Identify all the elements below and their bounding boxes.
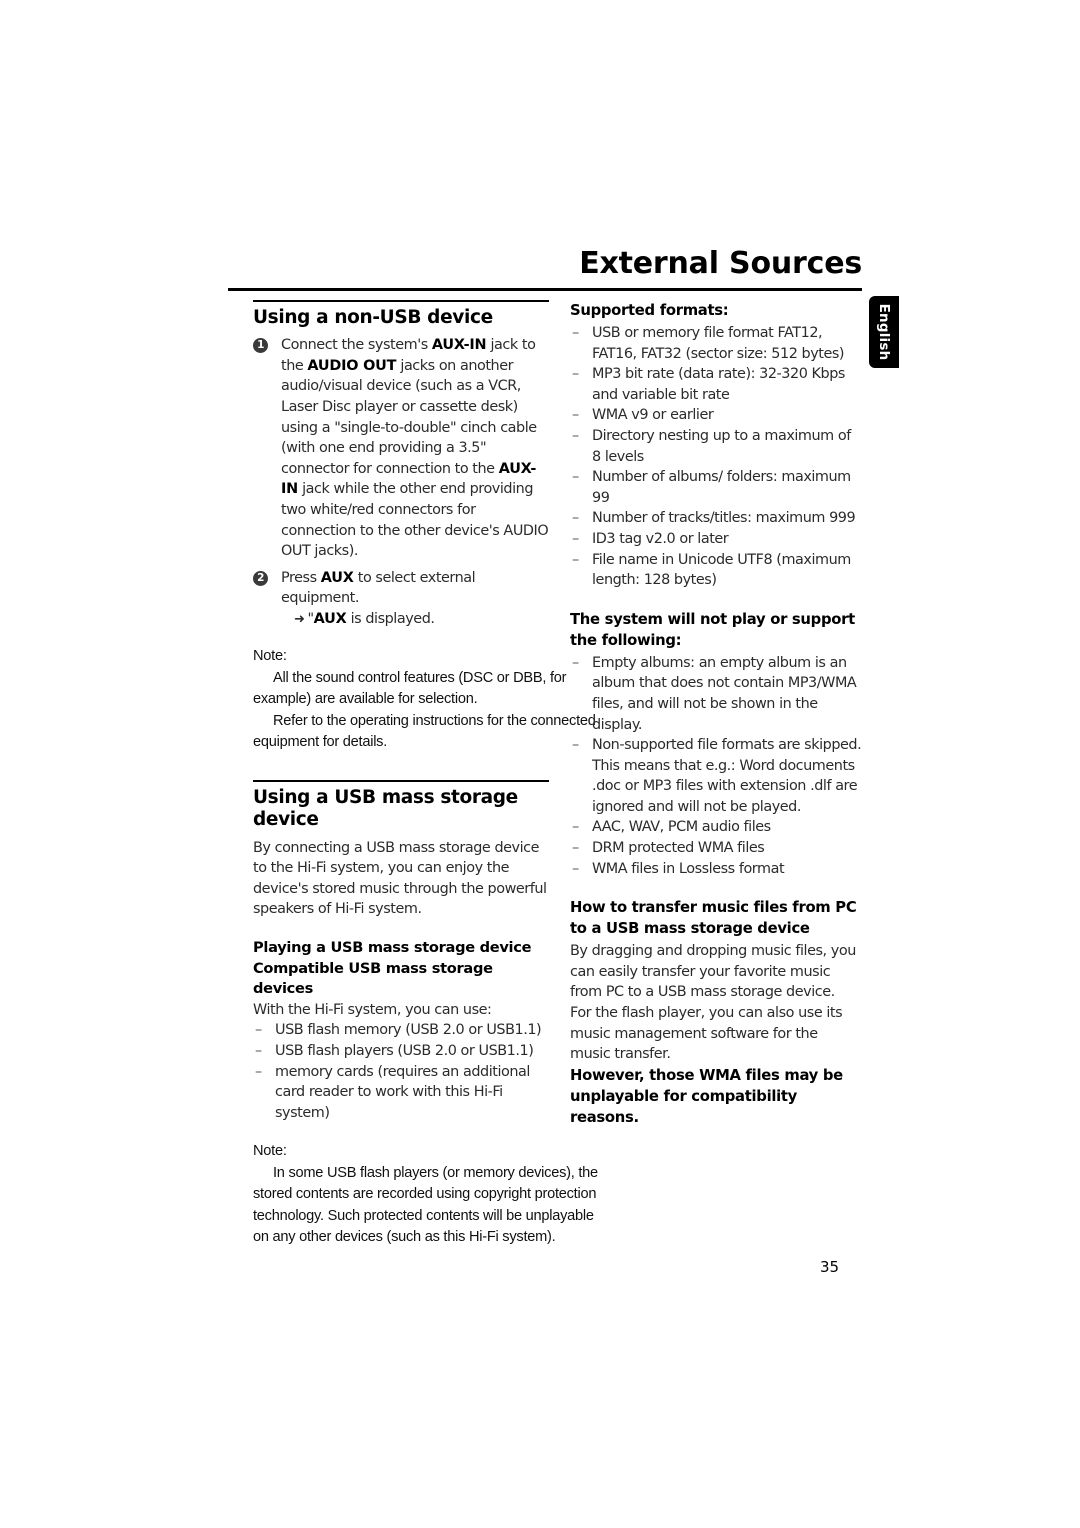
note-paragraph: Refer to the operating instructions for … <box>253 712 596 751</box>
list-item: MP3 bit rate (data rate): 32-320 Kbps an… <box>570 364 862 405</box>
step-item: 2 Press AUX to select external equipment… <box>253 568 549 631</box>
note-label: Note: <box>253 1143 287 1160</box>
list-item: Non-supported file formats are skipped. … <box>570 735 862 817</box>
subsection-heading-compatible: Compatible USB mass storage devices <box>253 959 493 998</box>
transfer-bold-note: However, those WMA files may be unplayab… <box>570 1066 843 1126</box>
list-item: WMA v9 or earlier <box>570 405 862 426</box>
text-run: Press <box>281 569 321 586</box>
note-paragraph: All the sound control features (DSC or D… <box>253 669 567 708</box>
list-item: USB flash players (USB 2.0 or USB1.1) <box>253 1041 549 1062</box>
not-supported-heading: The system will not play or support the … <box>570 610 855 649</box>
step-text: Connect the system's AUX-IN jack to the … <box>281 337 549 560</box>
language-tab-label: English <box>876 303 892 361</box>
section-intro-paragraph: By connecting a USB mass storage device … <box>253 839 547 918</box>
note-block-1: Note: All the sound control features (DS… <box>253 646 598 754</box>
step-number-badge: 1 <box>253 338 268 354</box>
step-text: Press AUX to select external equipment. <box>281 569 476 607</box>
section-heading-usb-storage: Using a USB mass storage device <box>253 786 518 831</box>
transfer-paragraph: For the flash player, you can also use i… <box>570 1005 843 1063</box>
section-divider-1 <box>253 300 549 302</box>
bold-run: AUX <box>313 610 347 627</box>
header-divider <box>228 288 862 291</box>
text-run: is displayed. <box>346 610 435 627</box>
steps-list: 1 Connect the system's AUX-IN jack to th… <box>253 335 549 630</box>
list-item: WMA files in Lossless format <box>570 859 862 880</box>
text-run: jacks on another audio/visual device (su… <box>281 357 537 477</box>
list-item: Directory nesting up to a maximum of 8 l… <box>570 426 862 467</box>
right-column: Supported formats: USB or memory file fo… <box>570 300 862 1130</box>
bold-run: AUX-IN <box>431 337 487 354</box>
text-run: Connect the system's <box>281 337 432 354</box>
list-item: memory cards (requires an additional car… <box>253 1062 549 1124</box>
note-label: Note: <box>253 648 287 665</box>
supported-formats-list: USB or memory file format FAT12, FAT16, … <box>570 323 862 591</box>
list-item: USB or memory file format FAT12, FAT16, … <box>570 323 862 364</box>
list-item: File name in Unicode UTF8 (maximum lengt… <box>570 550 862 591</box>
list-item: ID3 tag v2.0 or later <box>570 529 862 550</box>
step-number-badge: 2 <box>253 570 268 586</box>
list-item: AAC, WAV, PCM audio files <box>570 817 862 838</box>
step-sub-text: "AUX is displayed. <box>307 610 435 627</box>
list-item: DRM protected WMA files <box>570 838 862 859</box>
arrow-right-icon: ➜ <box>294 611 305 627</box>
language-tab: English <box>869 296 899 368</box>
note-block-2: Note: In some USB flash players (or memo… <box>253 1141 598 1249</box>
section-heading-non-usb: Using a non-USB device <box>253 306 493 328</box>
section-divider-2 <box>253 779 549 782</box>
bold-run: AUDIO OUT <box>307 357 397 374</box>
transfer-heading: How to transfer music files from PC to a… <box>570 899 857 938</box>
document-page: External Sources English Using a non-USB… <box>0 0 1080 1528</box>
subsection-lead: With the Hi-Fi system, you can use: <box>253 1001 492 1018</box>
subsection-heading-playing: Playing a USB mass storage device <box>253 939 532 957</box>
list-item: Empty albums: an empty album is an album… <box>570 653 862 735</box>
transfer-paragraph: By dragging and dropping music files, yo… <box>570 943 856 1001</box>
step-item: 1 Connect the system's AUX-IN jack to th… <box>253 335 549 562</box>
text-run: jack while the other end providing two w… <box>281 481 549 560</box>
step-sub-result: ➜ "AUX is displayed. <box>281 609 549 631</box>
left-column: Using a non-USB device 1 Connect the sys… <box>253 300 598 1249</box>
page-title: External Sources <box>579 246 862 281</box>
list-item: Number of tracks/titles: maximum 999 <box>570 508 862 529</box>
supported-formats-heading: Supported formats: <box>570 302 729 319</box>
bold-run: AUX <box>320 569 354 586</box>
page-number: 35 <box>820 1258 840 1276</box>
list-item: USB flash memory (USB 2.0 or USB1.1) <box>253 1020 549 1041</box>
list-item: Number of albums/ folders: maximum 99 <box>570 467 862 508</box>
note-paragraph: In some USB flash players (or memory dev… <box>253 1164 598 1246</box>
not-supported-list: Empty albums: an empty album is an album… <box>570 653 862 880</box>
compatible-devices-list: USB flash memory (USB 2.0 or USB1.1) USB… <box>253 1020 549 1123</box>
